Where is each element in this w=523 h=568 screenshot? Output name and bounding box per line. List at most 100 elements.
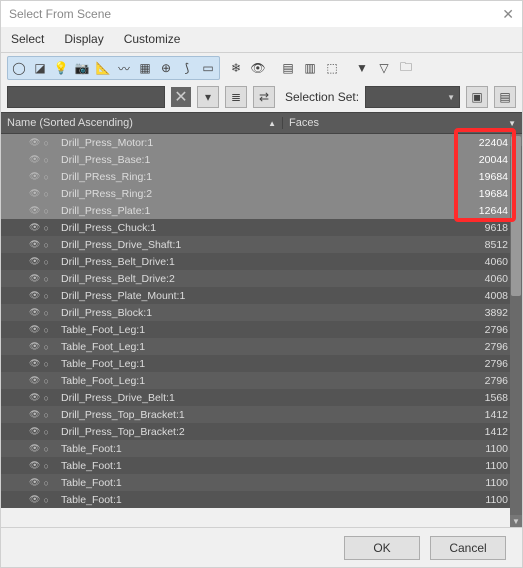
expand-icon[interactable]: ▤ [278,58,298,78]
row-name: Drill_Press_Motor:1 [61,137,277,149]
row-name: Drill_Press_Base:1 [61,154,277,166]
search-box[interactable] [7,86,165,108]
row-name: Drill_Press_Plate_Mount:1 [61,290,277,302]
select-from-scene-window: Select From Scene ✕ Select Display Custo… [0,0,523,568]
helper-icon[interactable]: 📐 [93,58,113,78]
eye-icon: 👁 [29,137,40,148]
row-icons: 👁○ [1,392,61,403]
object-list[interactable]: 👁○Drill_Press_Motor:122404👁○Drill_Press_… [1,134,522,527]
table-row[interactable]: 👁○Drill_Press_Plate:112644 [1,202,522,219]
row-name: Table_Foot_Leg:1 [61,341,277,353]
toggle-button[interactable]: ⇄ [253,86,275,108]
freeze-icon: ○ [43,410,48,420]
scrollbar[interactable]: ▲▼ [510,134,522,527]
search-input[interactable] [8,91,164,103]
table-row[interactable]: 👁○Table_Foot_Leg:12796 [1,355,522,372]
table-row[interactable]: 👁○Drill_Press_Top_Bracket:11412 [1,406,522,423]
row-faces: 1100 [287,443,522,455]
eye-icon: 👁 [29,154,40,165]
row-icons: 👁○ [1,443,61,454]
freeze-icon: ○ [43,427,48,437]
menu-display[interactable]: Display [64,32,103,46]
row-faces: 19684 [287,188,522,200]
row-icons: 👁○ [1,426,61,437]
eye-icon: 👁 [29,188,40,199]
row-faces: 3892 [287,307,522,319]
row-faces: 1412 [287,426,522,438]
camera-icon[interactable]: 📷 [72,58,92,78]
eye-icon: 👁 [29,460,40,471]
xref-icon[interactable]: ⊕ [156,58,176,78]
circle-icon[interactable]: ◯ [9,58,29,78]
table-row[interactable]: 👁○Table_Foot:11100 [1,440,522,457]
column-headers[interactable]: Name (Sorted Ascending) ▲ Faces ▼ [1,112,522,134]
ok-button[interactable]: OK [344,536,420,560]
table-row[interactable]: 👁○Drill_Press_Base:120044 [1,151,522,168]
table-row[interactable]: 👁○Table_Foot_Leg:12796 [1,372,522,389]
folder-icon[interactable]: 🗀 [396,58,416,78]
row-faces: 1568 [287,392,522,404]
toolbar-search: ✕ ▾ ≣ ⇄ Selection Set: ▼ ▣ ▤ [1,82,522,112]
freeze-icon: ○ [43,240,48,250]
table-row[interactable]: 👁○Drill_Press_Belt_Drive:14060 [1,253,522,270]
row-icons: 👁○ [1,171,61,182]
row-faces: 9618 [287,222,522,234]
table-row[interactable]: 👁○Drill_Press_Plate_Mount:14008 [1,287,522,304]
spacewarp-icon[interactable]: 〰 [114,58,134,78]
eye-icon: 👁 [29,358,40,369]
table-row[interactable]: 👁○Drill_Press_Block:13892 [1,304,522,321]
table-row[interactable]: 👁○Drill_Press_Drive_Belt:11568 [1,389,522,406]
clear-search-button[interactable]: ✕ [171,87,191,107]
selset-add-button[interactable]: ▣ [466,86,488,108]
table-row[interactable]: 👁○Drill_Press_Drive_Shaft:18512 [1,236,522,253]
table-row[interactable]: 👁○Drill_PRess_Ring:219684 [1,185,522,202]
freeze-icon: ○ [43,138,48,148]
table-row[interactable]: 👁○Drill_Press_Motor:122404 [1,134,522,151]
menu-customize[interactable]: Customize [124,32,181,46]
table-row[interactable]: 👁○Table_Foot_Leg:12796 [1,338,522,355]
light-icon[interactable]: 💡 [51,58,71,78]
titlebar[interactable]: Select From Scene ✕ [1,1,522,27]
table-row[interactable]: 👁○Table_Foot:11100 [1,457,522,474]
freeze-icon: ○ [43,444,48,454]
filter-icon[interactable]: ▼ [352,58,372,78]
freeze-icon[interactable]: ❄ [226,58,246,78]
table-row[interactable]: 👁○Drill_Press_Top_Bracket:21412 [1,423,522,440]
selset-remove-button[interactable]: ▤ [494,86,516,108]
row-name: Table_Foot:1 [61,494,277,506]
eye-icon: 👁 [29,426,40,437]
container-icon[interactable]: ▭ [198,58,218,78]
view-settings-button[interactable]: ▾ [197,86,219,108]
column-header-faces[interactable]: Faces ▼ [283,117,516,129]
sort-indicator-icon: ▼ [508,119,516,128]
table-row[interactable]: 👁○Table_Foot_Leg:12796 [1,321,522,338]
children-icon[interactable]: ⬚ [322,58,342,78]
table-row[interactable]: 👁○Table_Foot:11100 [1,491,522,508]
table-row[interactable]: 👁○Drill_PRess_Ring:119684 [1,168,522,185]
layers-button[interactable]: ≣ [225,86,247,108]
hide-icon[interactable]: 👁 [248,58,268,78]
freeze-icon: ○ [43,376,48,386]
selection-set-combo[interactable]: ▼ [365,86,460,108]
table-row[interactable]: 👁○Drill_Press_Chuck:19618 [1,219,522,236]
scroll-thumb[interactable] [511,136,521,296]
menubar: Select Display Customize [1,27,522,51]
collapse-icon[interactable]: ▥ [300,58,320,78]
filter2-icon[interactable]: ▽ [374,58,394,78]
group-icon[interactable]: ▦ [135,58,155,78]
freeze-icon: ○ [43,291,48,301]
column-header-name[interactable]: Name (Sorted Ascending) ▲ [7,117,283,129]
row-faces: 2796 [287,375,522,387]
table-row[interactable]: 👁○Drill_Press_Belt_Drive:24060 [1,270,522,287]
table-row[interactable]: 👁○Table_Foot:11100 [1,474,522,491]
row-faces: 1100 [287,494,522,506]
bone-icon[interactable]: ⟆ [177,58,197,78]
row-icons: 👁○ [1,205,61,216]
menu-select[interactable]: Select [11,32,44,46]
scroll-down-icon[interactable]: ▼ [510,515,522,527]
close-icon[interactable]: ✕ [502,6,514,23]
eye-icon: 👁 [29,324,40,335]
shape-icon[interactable]: ◪ [30,58,50,78]
row-faces: 4060 [287,256,522,268]
cancel-button[interactable]: Cancel [430,536,506,560]
